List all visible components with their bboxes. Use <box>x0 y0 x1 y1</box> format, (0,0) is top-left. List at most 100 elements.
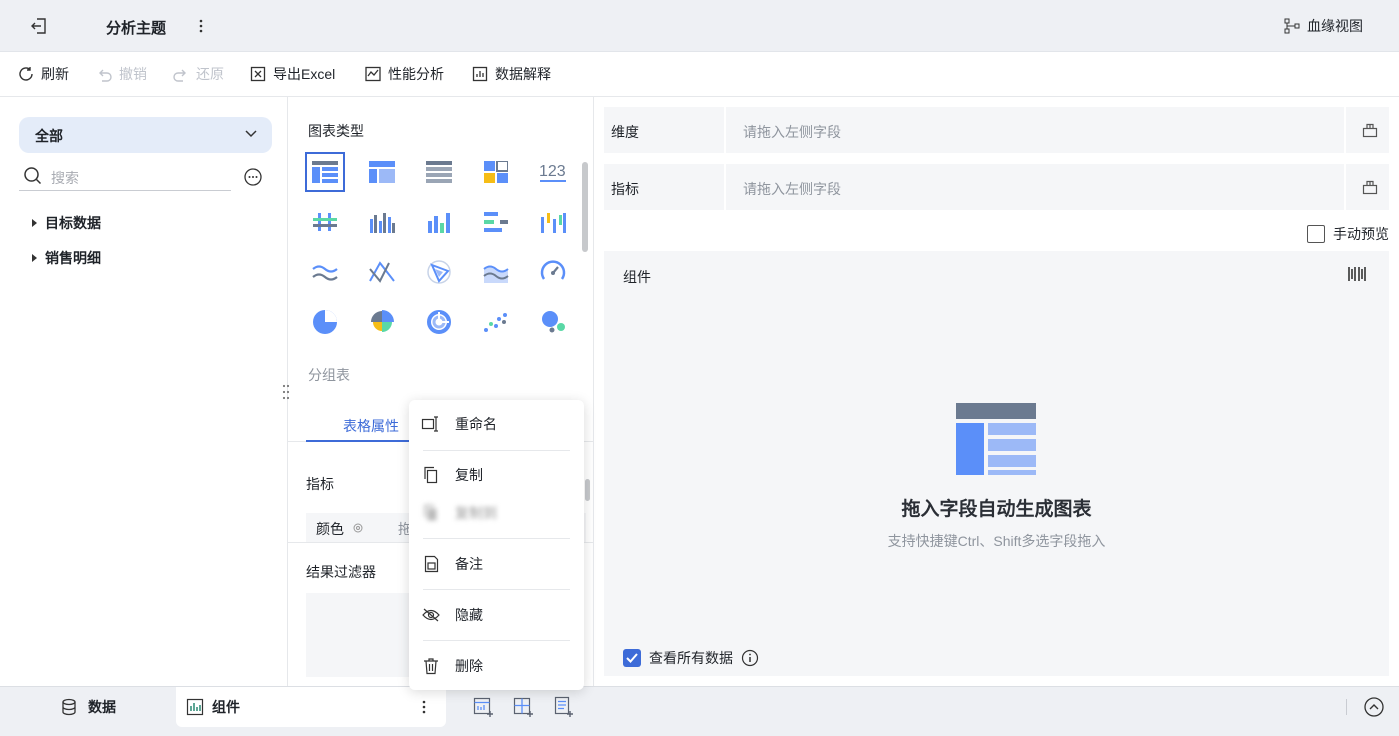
page-title: 分析主题 <box>106 20 167 37</box>
chart-type-gauge-icon[interactable] <box>533 252 573 292</box>
result-filter-label: 结果过滤器 <box>306 564 376 580</box>
chart-type-dot-bar-icon[interactable] <box>305 202 345 242</box>
chart-type-rose-icon[interactable] <box>362 302 402 342</box>
menu-divider <box>423 538 570 539</box>
manual-preview-checkbox[interactable] <box>1307 225 1325 243</box>
chart-type-heading: 图表类型 <box>308 123 364 139</box>
tab-component[interactable]: 组件 <box>176 687 446 727</box>
tree-item-label: 目标数据 <box>45 215 101 231</box>
menu-item-rename[interactable]: 重命名 <box>421 412 571 436</box>
undo-button[interactable]: 撤销 <box>95 64 147 84</box>
lineage-icon <box>1284 18 1300 34</box>
chart-type-cross-table-icon[interactable] <box>362 152 402 192</box>
tab-table-properties[interactable]: 表格属性 <box>343 416 399 436</box>
metric-section-label: 指标 <box>306 476 334 492</box>
tree-item-sales-detail[interactable]: 销售明细 <box>32 248 101 268</box>
chart-type-detail-table-icon[interactable] <box>419 152 459 192</box>
add-report-icon[interactable] <box>553 696 575 718</box>
info-icon[interactable] <box>741 649 759 667</box>
empty-state-subtitle: 支持快捷键Ctrl、Shift多选字段拖入 <box>887 533 1106 549</box>
chart-type-waterfall-icon[interactable] <box>533 202 573 242</box>
color-label: 颜色 <box>316 521 344 537</box>
svg-text:123: 123 <box>539 163 566 180</box>
menu-item-label: 复制到 <box>455 505 497 521</box>
chart-type-area-icon[interactable] <box>476 252 516 292</box>
chart-type-horizontal-bar-icon[interactable] <box>476 202 516 242</box>
export-excel-button[interactable]: 导出Excel <box>249 64 335 84</box>
data-tab-label: 数据 <box>88 699 116 715</box>
chart-type-bubble-icon[interactable] <box>533 302 573 342</box>
dimension-label: 维度 <box>611 124 639 140</box>
chart-type-kpi-card-icon[interactable] <box>476 152 516 192</box>
scrollbar-thumb[interactable] <box>582 162 588 252</box>
chart-type-radar-line-icon[interactable] <box>362 252 402 292</box>
menu-item-label: 重命名 <box>455 416 497 432</box>
chart-type-radar-icon[interactable] <box>419 252 459 292</box>
chart-type-scrollbar[interactable] <box>582 152 588 338</box>
more-vertical-icon[interactable] <box>416 697 432 717</box>
more-options-icon[interactable] <box>243 167 263 187</box>
data-explain-button[interactable]: 数据解释 <box>471 64 551 84</box>
toolbar: 刷新 撤销 还原 导出Excel 性能分析 数据解释 <box>0 52 1399 97</box>
component-canvas: 组件 拖入字段自动生成图表 支持快捷键Ctrl、Shift多选字段拖入 查看所有… <box>604 251 1389 676</box>
chart-type-line-icon[interactable] <box>305 252 345 292</box>
menu-divider <box>423 640 570 641</box>
selected-chart-type-label: 分组表 <box>308 367 350 383</box>
tree-item-label: 销售明细 <box>45 250 101 266</box>
chart-type-grouped-bar-icon[interactable] <box>362 202 402 242</box>
metric-dropzone[interactable]: 指标 请拖入左侧字段 <box>604 164 1389 210</box>
barcode-icon[interactable] <box>1347 265 1367 283</box>
redo-button[interactable]: 还原 <box>172 64 224 84</box>
add-dashboard-icon[interactable] <box>513 696 535 718</box>
menu-item-label: 隐藏 <box>455 607 483 623</box>
chart-type-number-icon[interactable]: 123 <box>533 152 573 192</box>
chart-type-pie-icon[interactable] <box>305 302 345 342</box>
tab-data[interactable]: 数据 <box>60 697 116 717</box>
menu-item-label: 删除 <box>455 658 483 674</box>
chevron-up-circle-icon[interactable] <box>1363 696 1385 718</box>
menu-item-note[interactable]: 备注 <box>421 552 571 576</box>
chart-type-bar-icon[interactable] <box>419 202 459 242</box>
add-component-icon[interactable] <box>473 696 495 718</box>
component-title: 组件 <box>623 269 651 285</box>
result-filter-dropzone[interactable] <box>306 593 426 677</box>
tree-item-target-data[interactable]: 目标数据 <box>32 213 101 233</box>
menu-item-hide[interactable]: 隐藏 <box>421 603 571 627</box>
chevron-down-icon <box>245 130 257 138</box>
refresh-button[interactable]: 刷新 <box>17 64 69 84</box>
menu-divider <box>423 589 570 590</box>
property-scrollbar-thumb[interactable] <box>585 479 590 501</box>
menu-item-delete[interactable]: 删除 <box>421 654 571 678</box>
view-all-checkbox[interactable] <box>623 649 641 667</box>
refresh-icon <box>19 67 33 81</box>
explain-label: 数据解释 <box>495 66 551 82</box>
caret-right-icon <box>32 254 37 262</box>
view-all-data-toggle[interactable]: 查看所有数据 <box>623 648 759 668</box>
search-icon <box>24 167 42 185</box>
menu-item-copy-to[interactable]: 复制到 <box>421 501 571 525</box>
top-bar: 分析主题 血缘视图 <box>0 0 1399 52</box>
undo-icon <box>99 69 112 82</box>
caret-right-icon <box>32 219 37 227</box>
menu-item-copy[interactable]: 复制 <box>421 463 571 487</box>
performance-analysis-button[interactable]: 性能分析 <box>364 64 444 84</box>
dimension-dropzone[interactable]: 维度 请拖入左侧字段 <box>604 107 1389 153</box>
more-vertical-icon[interactable] <box>192 14 210 38</box>
lineage-label: 血缘视图 <box>1307 18 1363 34</box>
scope-select[interactable]: 全部 <box>19 117 272 153</box>
menu-item-label: 备注 <box>455 556 483 572</box>
field-search-input[interactable]: 搜索 <box>19 161 231 191</box>
exit-icon[interactable] <box>26 14 54 38</box>
chart-type-group-table-icon[interactable] <box>305 152 345 192</box>
scope-value: 全部 <box>35 128 63 144</box>
menu-divider <box>423 450 570 451</box>
component-tab-label: 组件 <box>212 699 240 715</box>
clear-icon[interactable] <box>1361 121 1379 139</box>
lineage-view-button[interactable]: 血缘视图 <box>1283 16 1363 36</box>
chart-type-scatter-icon[interactable] <box>476 302 516 342</box>
chart-type-ring-icon[interactable] <box>419 302 459 342</box>
search-placeholder: 搜索 <box>51 170 79 186</box>
clear-icon[interactable] <box>1361 178 1379 196</box>
manual-preview-toggle[interactable]: 手动预览 <box>1307 224 1389 244</box>
perf-label: 性能分析 <box>388 66 444 82</box>
